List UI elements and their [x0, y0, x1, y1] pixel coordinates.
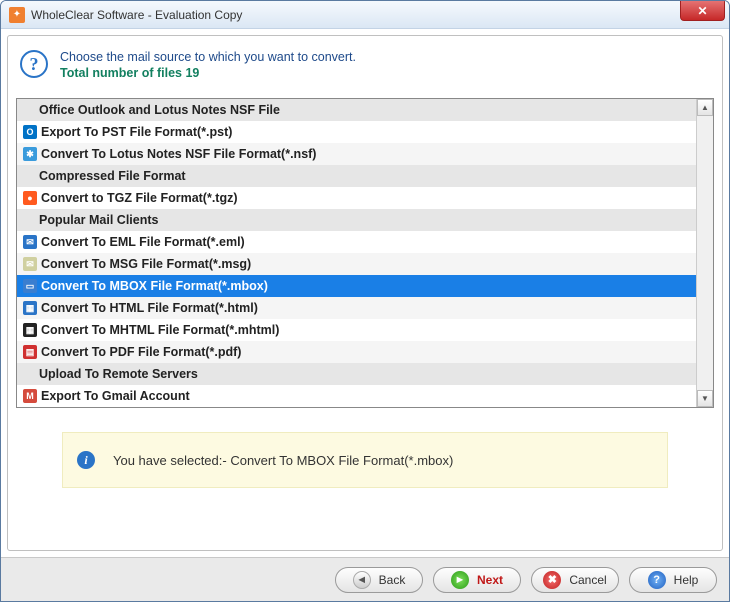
cancel-button[interactable]: ✖ Cancel: [531, 567, 619, 593]
question-icon: ?: [20, 50, 48, 78]
back-arrow-icon: ◄: [353, 571, 371, 589]
list-item-label: Convert To MBOX File Format(*.mbox): [41, 279, 268, 293]
list-item[interactable]: ▭Convert To MBOX File Format(*.mbox): [17, 275, 696, 297]
list-item-label: Convert To EML File Format(*.eml): [41, 235, 245, 249]
pdf-icon: ▤: [21, 344, 39, 360]
title-bar: ✦ WholeClear Software - Evaluation Copy …: [1, 1, 729, 29]
list-item-label: Convert To Lotus Notes NSF File Format(*…: [41, 147, 316, 161]
scroll-down-button[interactable]: ▼: [697, 390, 713, 407]
selection-notice: i You have selected:- Convert To MBOX Fi…: [62, 432, 668, 488]
gmail-icon: M: [21, 388, 39, 404]
format-list-container: Office Outlook and Lotus Notes NSF FileO…: [16, 98, 714, 408]
file-count-text: Total number of files 19: [60, 66, 356, 80]
eml-icon: ✉: [21, 234, 39, 250]
html-icon: ▦: [21, 300, 39, 316]
next-arrow-icon: ►: [451, 571, 469, 589]
selection-message: You have selected:- Convert To MBOX File…: [113, 453, 453, 468]
list-item-label: Convert to TGZ File Format(*.tgz): [41, 191, 238, 205]
list-section-header: Office Outlook and Lotus Notes NSF File: [17, 99, 696, 121]
list-item[interactable]: ▦Convert To MHTML File Format(*.mhtml): [17, 319, 696, 341]
help-button[interactable]: ? Help: [629, 567, 717, 593]
instruction-text: Choose the mail source to which you want…: [60, 50, 356, 64]
list-item[interactable]: ✱Convert To Lotus Notes NSF File Format(…: [17, 143, 696, 165]
list-item-label: Export To Gmail Account: [41, 389, 190, 403]
list-section-header: Popular Mail Clients: [17, 209, 696, 231]
outlook-icon: O: [21, 124, 39, 140]
lotus-icon: ✱: [21, 146, 39, 162]
list-item-label: Convert To HTML File Format(*.html): [41, 301, 258, 315]
list-item[interactable]: OExport To PST File Format(*.pst): [17, 121, 696, 143]
list-item[interactable]: ✉Convert To EML File Format(*.eml): [17, 231, 696, 253]
list-item-label: Export To PST File Format(*.pst): [41, 125, 232, 139]
mhtml-icon: ▦: [21, 322, 39, 338]
list-item[interactable]: MExport To Gmail Account: [17, 385, 696, 407]
list-item[interactable]: ●Convert to TGZ File Format(*.tgz): [17, 187, 696, 209]
instruction-block: ? Choose the mail source to which you wa…: [16, 44, 714, 98]
content-area: ? Choose the mail source to which you wa…: [1, 29, 729, 557]
list-item-label: Convert To MSG File Format(*.msg): [41, 257, 251, 271]
msg-icon: ✉: [21, 256, 39, 272]
list-section-header: Upload To Remote Servers: [17, 363, 696, 385]
scroll-up-button[interactable]: ▲: [697, 99, 713, 116]
window-title: WholeClear Software - Evaluation Copy: [31, 8, 242, 22]
help-icon: ?: [648, 571, 666, 589]
close-button[interactable]: ✕: [680, 1, 725, 21]
list-item[interactable]: ✉Convert To MSG File Format(*.msg): [17, 253, 696, 275]
info-icon: i: [77, 451, 95, 469]
list-item[interactable]: ▦Convert To HTML File Format(*.html): [17, 297, 696, 319]
list-item[interactable]: ▤Convert To PDF File Format(*.pdf): [17, 341, 696, 363]
main-panel: ? Choose the mail source to which you wa…: [7, 35, 723, 551]
app-icon: ✦: [9, 7, 25, 23]
back-button[interactable]: ◄ Back: [335, 567, 423, 593]
tgz-icon: ●: [21, 190, 39, 206]
app-window: ✦ WholeClear Software - Evaluation Copy …: [0, 0, 730, 602]
format-list[interactable]: Office Outlook and Lotus Notes NSF FileO…: [17, 99, 696, 407]
cancel-icon: ✖: [543, 571, 561, 589]
scrollbar[interactable]: ▲ ▼: [696, 99, 713, 407]
list-item-label: Convert To PDF File Format(*.pdf): [41, 345, 241, 359]
footer-bar: ◄ Back ► Next ✖ Cancel ? Help: [1, 557, 729, 601]
list-section-header: Compressed File Format: [17, 165, 696, 187]
list-item-label: Convert To MHTML File Format(*.mhtml): [41, 323, 279, 337]
mbox-icon: ▭: [21, 278, 39, 294]
next-button[interactable]: ► Next: [433, 567, 521, 593]
